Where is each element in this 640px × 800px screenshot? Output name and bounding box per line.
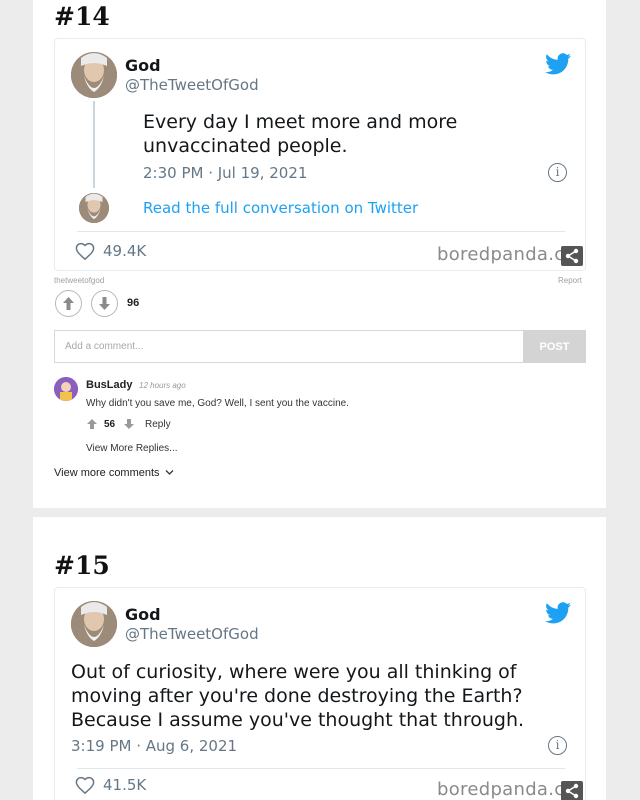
tweet-embed[interactable]: God @TheTweetOfGod Every day I meet more… — [54, 38, 586, 271]
tweet-text-line: Every day I meet more and more — [143, 111, 458, 133]
share-icon[interactable] — [561, 781, 583, 800]
report-link[interactable]: Report — [558, 276, 582, 285]
upvote-icon[interactable] — [87, 419, 97, 429]
tweet-text-line: Out of curiosity, where were you all thi… — [71, 661, 517, 683]
reply-button[interactable]: Reply — [145, 419, 171, 430]
commenter-avatar[interactable] — [54, 377, 78, 401]
tweet-embed[interactable]: God @TheTweetOfGod Out of curiosity, whe… — [54, 587, 586, 800]
like-count: 49.4K — [103, 242, 147, 260]
tweet-author-name[interactable]: God — [125, 56, 161, 75]
tweet-divider — [77, 231, 565, 232]
vote-count: 96 — [127, 297, 140, 309]
tweet-author-handle[interactable]: @TheTweetOfGod — [125, 625, 259, 643]
avatar[interactable] — [71, 52, 117, 98]
tweet-text-line: Because I assume you've thought that thr… — [71, 709, 525, 731]
image-source[interactable]: thetweetofgod — [54, 276, 104, 285]
heart-icon[interactable] — [75, 242, 95, 260]
post-button[interactable]: POST — [523, 330, 586, 363]
watermark: boredpanda.co — [437, 779, 561, 800]
avatar-small[interactable] — [79, 193, 109, 223]
tweet-timestamp[interactable]: 2:30 PM · Jul 19, 2021 — [143, 164, 307, 182]
downvote-icon[interactable] — [124, 419, 134, 429]
comment-time: 12 hours ago — [139, 381, 186, 390]
share-icon[interactable] — [561, 246, 583, 266]
watermark: boredpanda.co — [437, 244, 561, 265]
upvote-icon — [63, 297, 74, 310]
comment-input[interactable] — [54, 330, 523, 363]
twitter-bird-icon[interactable] — [545, 602, 571, 624]
downvote-button[interactable] — [91, 290, 118, 317]
commenter-name[interactable]: BusLady — [86, 379, 132, 391]
comment-vote-count: 56 — [104, 419, 116, 430]
info-icon[interactable]: i — [548, 736, 567, 755]
read-conversation-link[interactable]: Read the full conversation on Twitter — [143, 199, 418, 217]
view-more-comments-link[interactable]: View more comments — [54, 467, 174, 479]
view-more-replies-link[interactable]: View More Replies... — [86, 443, 178, 454]
tweet-author-name[interactable]: God — [125, 605, 161, 624]
tweet-divider — [77, 768, 565, 769]
twitter-bird-icon[interactable] — [545, 53, 571, 75]
avatar[interactable] — [71, 601, 117, 647]
post-card-14: #14 God @TheTweetOfGod Every day I meet … — [33, 0, 606, 508]
comment-text: Why didn't you save me, God? Well, I sen… — [86, 398, 349, 409]
info-icon[interactable]: i — [548, 163, 567, 182]
post-number: #14 — [54, 2, 110, 31]
heart-icon[interactable] — [75, 776, 95, 794]
like-count: 41.5K — [103, 776, 147, 794]
downvote-icon — [99, 297, 110, 310]
tweet-author-handle[interactable]: @TheTweetOfGod — [125, 76, 259, 94]
tweet-text-line: moving after you're done destroying the … — [71, 685, 523, 707]
upvote-button[interactable] — [55, 290, 82, 317]
thread-line — [93, 101, 95, 188]
post-card-15: #15 God @TheTweetOfGod Out of curiosity,… — [33, 517, 606, 800]
tweet-text-line: unvaccinated people. — [143, 135, 348, 157]
tweet-timestamp[interactable]: 3:19 PM · Aug 6, 2021 — [71, 737, 237, 755]
view-more-comments-label: View more comments — [54, 467, 160, 479]
post-number: #15 — [54, 551, 110, 580]
chevron-down-icon — [165, 470, 174, 475]
